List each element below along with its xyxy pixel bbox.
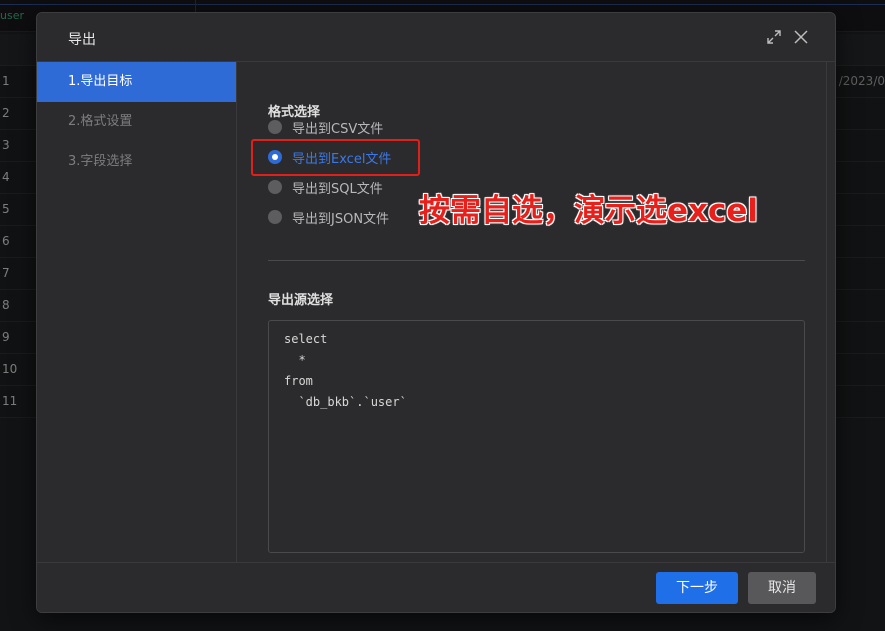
close-icon[interactable] — [792, 28, 810, 46]
sql-line: from — [284, 374, 313, 388]
step-format-settings[interactable]: 2.格式设置 — [37, 102, 236, 142]
radio-csv[interactable]: 导出到CSV文件 — [268, 117, 383, 137]
radio-label: 导出到CSV文件 — [292, 121, 384, 137]
cancel-button[interactable]: 取消 — [748, 572, 816, 604]
radio-json[interactable]: 导出到JSON文件 — [268, 207, 389, 227]
scrollbar-track[interactable] — [826, 62, 827, 562]
radio-circle[interactable] — [268, 210, 282, 224]
radio-label: 导出到JSON文件 — [292, 211, 390, 227]
dialog-body: 1.导出目标 2.格式设置 3.字段选择 格式选择 导出到CSV文件 导出到Ex… — [37, 62, 835, 562]
annotation-highlight-box — [251, 139, 420, 176]
export-dialog: 导出 1.导出目标 2.格式设置 3.字段选择 格式选择 导出到CSV文件 导出… — [36, 12, 836, 613]
dialog-header: 导出 — [37, 13, 835, 62]
sql-line: `db_bkb`.`user` — [284, 395, 407, 409]
sql-source-editor[interactable]: select * from `db_bkb`.`user` — [268, 320, 805, 553]
tutorial-annotation: 按需自选，演示选excel — [419, 193, 759, 229]
source-section-title: 导出源选择 — [268, 293, 334, 308]
radio-label: 导出到SQL文件 — [292, 181, 383, 197]
sql-line: select — [284, 332, 328, 346]
radio-sql[interactable]: 导出到SQL文件 — [268, 177, 383, 197]
step-export-target[interactable]: 1.导出目标 — [37, 62, 236, 102]
sql-line: * — [284, 353, 306, 367]
step-content: 格式选择 导出到CSV文件 导出到Excel文件 导出到SQL文件 导出到JSO… — [237, 62, 835, 562]
section-divider — [268, 260, 805, 261]
next-step-button[interactable]: 下一步 — [656, 572, 738, 604]
step-label: 2.格式设置 — [68, 114, 133, 129]
radio-circle[interactable] — [268, 180, 282, 194]
expand-icon[interactable] — [765, 28, 783, 46]
dialog-footer: 下一步 取消 — [37, 562, 835, 612]
step-label: 1.导出目标 — [68, 74, 133, 89]
step-list: 1.导出目标 2.格式设置 3.字段选择 — [37, 62, 237, 562]
radio-circle[interactable] — [268, 120, 282, 134]
step-field-selection[interactable]: 3.字段选择 — [37, 142, 236, 182]
dialog-title: 导出 — [68, 32, 96, 48]
step-label: 3.字段选择 — [68, 154, 133, 169]
